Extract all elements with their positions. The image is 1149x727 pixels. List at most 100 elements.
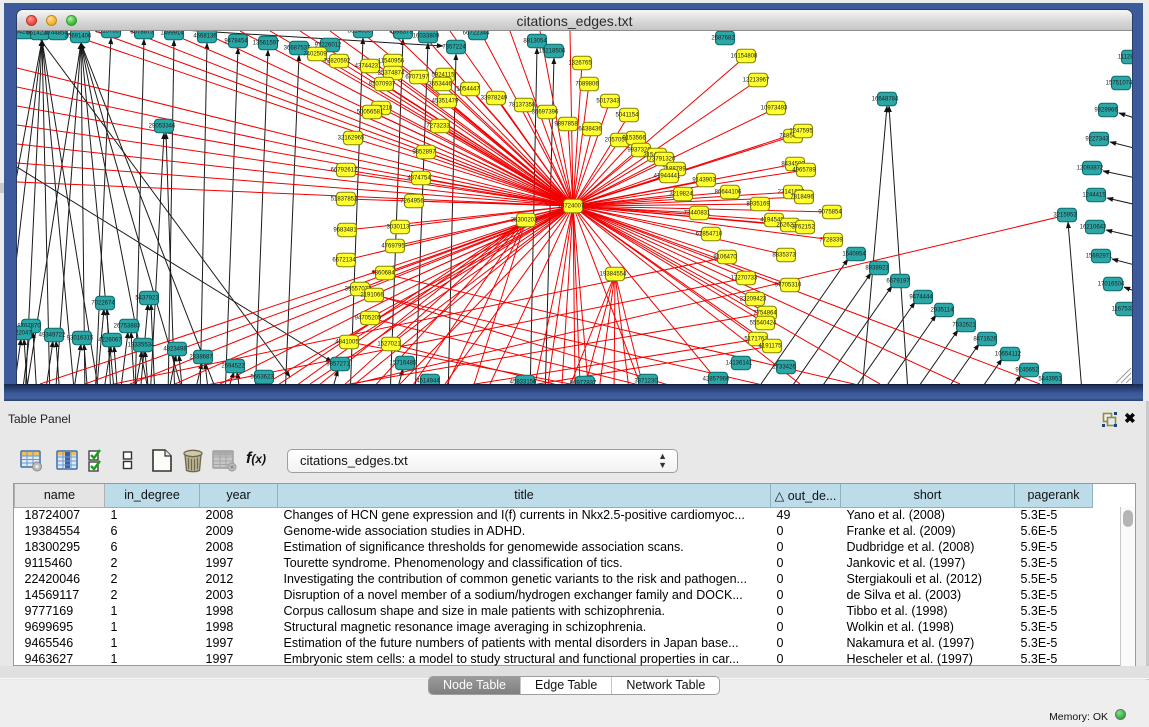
svg-text:6438436: 6438436 bbox=[578, 127, 602, 133]
svg-text:7273233: 7273233 bbox=[426, 124, 450, 130]
svg-text:94705205: 94705205 bbox=[355, 316, 382, 322]
svg-text:19384554: 19384554 bbox=[600, 272, 627, 278]
svg-text:9683481: 9683481 bbox=[333, 228, 357, 234]
svg-text:9474444: 9474444 bbox=[909, 295, 933, 301]
svg-text:72820592: 72820592 bbox=[324, 59, 351, 65]
svg-text:8835373: 8835373 bbox=[772, 253, 796, 259]
svg-text:10973493: 10973493 bbox=[761, 106, 788, 112]
svg-text:19335534: 19335534 bbox=[128, 343, 155, 349]
svg-text:4668136: 4668136 bbox=[193, 34, 217, 40]
svg-text:7022674: 7022674 bbox=[91, 301, 115, 307]
svg-text:4860684: 4860684 bbox=[371, 271, 395, 277]
svg-text:18724007: 18724007 bbox=[558, 204, 585, 210]
svg-text:7402509: 7402509 bbox=[303, 52, 327, 58]
svg-text:1167533: 1167533 bbox=[1112, 307, 1132, 313]
svg-text:4769795: 4769795 bbox=[381, 244, 405, 250]
svg-text:15218506: 15218506 bbox=[539, 49, 566, 55]
svg-text:8813054: 8813054 bbox=[523, 39, 547, 45]
svg-text:55540424: 55540424 bbox=[750, 321, 777, 327]
svg-text:4514944: 4514944 bbox=[416, 379, 440, 385]
svg-text:3871230: 3871230 bbox=[634, 379, 658, 385]
svg-text:1326765: 1326765 bbox=[568, 61, 592, 67]
svg-text:17270733: 17270733 bbox=[731, 276, 758, 282]
svg-text:8106470: 8106470 bbox=[713, 255, 737, 261]
svg-text:1640954: 1640954 bbox=[842, 252, 866, 258]
svg-text:7728339: 7728339 bbox=[819, 238, 843, 244]
svg-text:4226067: 4226067 bbox=[98, 338, 122, 344]
svg-text:86644106: 86644106 bbox=[715, 190, 742, 196]
svg-text:9227343: 9227343 bbox=[1085, 137, 1109, 143]
svg-text:50056581: 50056581 bbox=[357, 110, 384, 116]
svg-text:4965789: 4965789 bbox=[792, 168, 816, 174]
svg-text:5017343: 5017343 bbox=[596, 99, 620, 105]
svg-text:8078673: 8078673 bbox=[130, 31, 154, 36]
svg-text:3653446: 3653446 bbox=[428, 82, 452, 88]
svg-text:3030113: 3030113 bbox=[387, 225, 411, 231]
svg-text:1244415: 1244415 bbox=[1082, 193, 1106, 199]
svg-text:6672134: 6672134 bbox=[332, 258, 356, 264]
svg-text:15692971: 15692971 bbox=[1086, 254, 1113, 260]
svg-text:2935114: 2935114 bbox=[931, 308, 955, 314]
svg-text:3219824: 3219824 bbox=[669, 192, 693, 198]
svg-text:5041154: 5041154 bbox=[616, 113, 640, 119]
svg-text:1112843: 1112843 bbox=[1118, 55, 1132, 61]
svg-text:6707197: 6707197 bbox=[405, 75, 429, 81]
svg-text:8471626: 8471626 bbox=[973, 337, 997, 343]
svg-text:12093872: 12093872 bbox=[1077, 166, 1104, 172]
svg-text:9897858: 9897858 bbox=[554, 122, 578, 128]
svg-text:9478454: 9478454 bbox=[224, 39, 248, 45]
svg-text:8938923: 8938923 bbox=[865, 266, 889, 272]
svg-text:6679197: 6679197 bbox=[886, 279, 910, 285]
svg-text:9075854: 9075854 bbox=[818, 210, 842, 216]
svg-text:2322047: 2322047 bbox=[17, 331, 32, 337]
svg-text:5663623: 5663623 bbox=[250, 375, 274, 381]
svg-text:11540956: 11540956 bbox=[378, 59, 405, 65]
svg-text:66722344: 66722344 bbox=[463, 31, 490, 37]
svg-text:33978249: 33978249 bbox=[481, 96, 508, 102]
svg-text:13561597: 13561597 bbox=[253, 41, 280, 47]
svg-text:49349722: 49349722 bbox=[39, 333, 66, 339]
svg-text:1527021: 1527021 bbox=[377, 342, 401, 348]
svg-text:3215953: 3215953 bbox=[1053, 213, 1077, 219]
svg-text:1247595: 1247595 bbox=[789, 129, 813, 135]
svg-text:15751074: 15751074 bbox=[1106, 81, 1132, 87]
svg-text:25374874: 25374874 bbox=[378, 71, 405, 77]
svg-text:32162965: 32162965 bbox=[338, 136, 365, 142]
svg-text:2191066: 2191066 bbox=[360, 293, 384, 299]
svg-text:4841005: 4841005 bbox=[335, 340, 359, 346]
svg-text:83140807: 83140807 bbox=[348, 31, 375, 35]
svg-text:45351479: 45351479 bbox=[432, 99, 459, 105]
svg-text:7632621: 7632621 bbox=[952, 323, 976, 329]
svg-text:9329966: 9329966 bbox=[1094, 108, 1118, 114]
svg-text:7754864: 7754864 bbox=[753, 311, 777, 317]
svg-text:16033809: 16033809 bbox=[413, 34, 440, 40]
svg-text:83197857: 83197857 bbox=[96, 31, 123, 35]
svg-text:15716485: 15716485 bbox=[390, 361, 417, 367]
svg-text:9857271: 9857271 bbox=[326, 362, 350, 368]
svg-text:82070937: 82070937 bbox=[369, 82, 396, 88]
svg-text:16210643: 16210643 bbox=[1080, 225, 1107, 231]
svg-text:14136141: 14136141 bbox=[726, 361, 753, 367]
svg-text:25300203: 25300203 bbox=[511, 218, 538, 224]
svg-text:93016315: 93016315 bbox=[67, 336, 94, 342]
svg-text:9153566: 9153566 bbox=[622, 136, 646, 142]
svg-text:20691406: 20691406 bbox=[65, 34, 92, 40]
svg-text:42857966: 42857966 bbox=[703, 377, 730, 383]
svg-text:4191175: 4191175 bbox=[759, 344, 783, 350]
svg-text:29053346: 29053346 bbox=[149, 124, 176, 130]
svg-text:12213967: 12213967 bbox=[743, 78, 770, 84]
svg-text:45833156: 45833156 bbox=[510, 380, 537, 385]
svg-text:7264956: 7264956 bbox=[400, 199, 424, 205]
svg-text:67854710: 67854710 bbox=[696, 232, 723, 238]
svg-text:3762152: 3762152 bbox=[791, 225, 815, 231]
svg-text:26753883: 26753883 bbox=[114, 324, 141, 330]
svg-text:4698379: 4698379 bbox=[389, 31, 413, 36]
svg-text:73791320: 73791320 bbox=[649, 157, 676, 163]
svg-text:2694522: 2694522 bbox=[221, 364, 245, 370]
svg-text:4374754: 4374754 bbox=[407, 176, 431, 182]
svg-text:9852897: 9852897 bbox=[412, 150, 436, 156]
svg-text:9245652: 9245652 bbox=[1015, 368, 1039, 374]
svg-text:16154808: 16154808 bbox=[731, 54, 758, 60]
svg-text:78137358: 78137358 bbox=[509, 103, 536, 109]
svg-text:10654112: 10654112 bbox=[995, 352, 1022, 358]
